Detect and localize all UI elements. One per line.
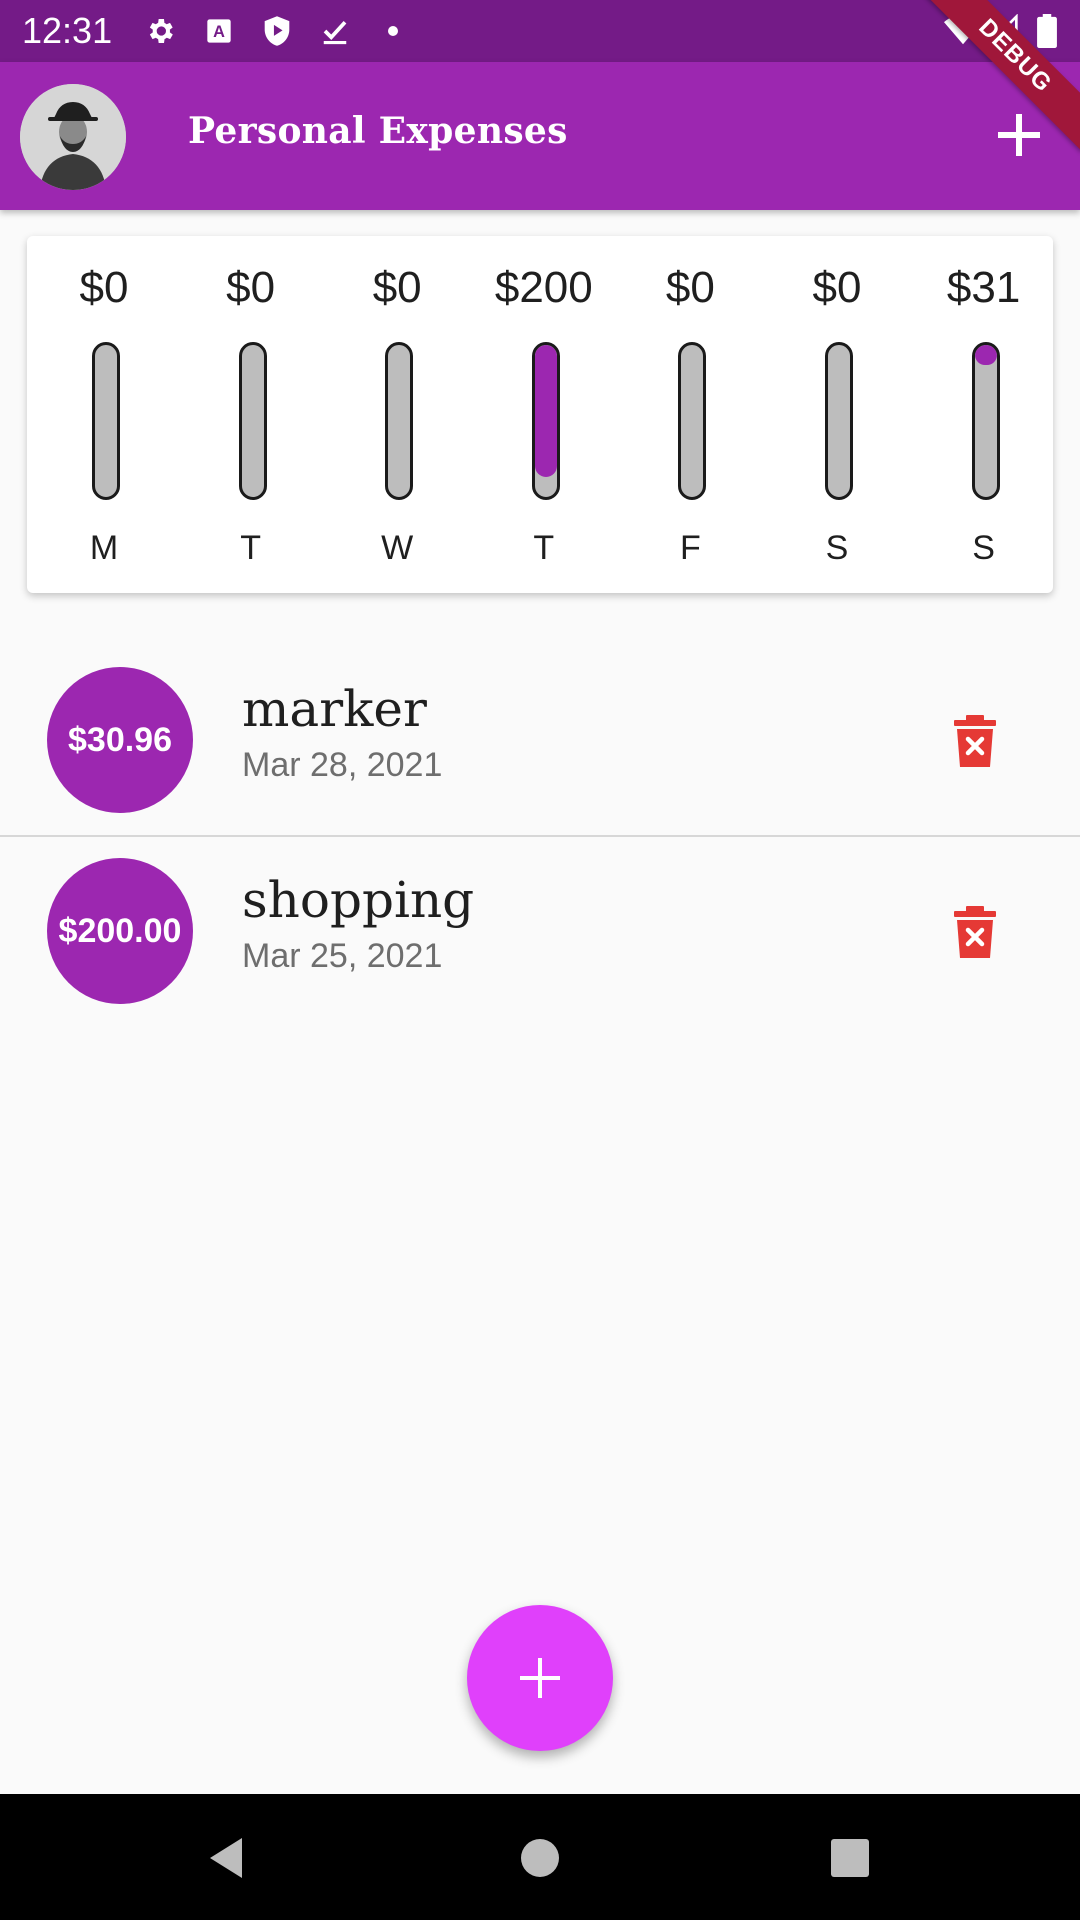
back-icon	[210, 1838, 242, 1878]
delete-transaction-button[interactable]	[952, 906, 998, 958]
chart-day-label: F	[680, 529, 701, 567]
add-transaction-button[interactable]	[990, 106, 1048, 164]
dot-icon	[376, 14, 410, 48]
delete-icon	[954, 906, 996, 958]
chart-day-label: S	[825, 529, 849, 567]
chart-bar-column: $0 W	[327, 236, 467, 593]
transaction-amount: $200.00	[47, 858, 193, 1004]
home-icon	[521, 1839, 559, 1877]
divider	[0, 835, 1080, 837]
battery-icon	[1036, 14, 1072, 48]
recents-icon	[831, 1839, 869, 1877]
chart-bar-column: $31 S	[914, 236, 1054, 593]
system-nav-bar	[0, 1794, 1080, 1920]
add-fab-button[interactable]	[467, 1605, 613, 1751]
chart-bar-column: $0 S	[767, 236, 907, 593]
transaction-item: $200.00 shopping Mar 25, 2021	[0, 858, 1080, 1048]
chart-bar-track	[92, 342, 120, 500]
weekly-chart-card: $0 M $0 T $0 W $200 T $0 F $0 S $31 S	[27, 236, 1053, 593]
app-bar: Personal Expenses	[0, 62, 1080, 210]
chart-bar-column: $0 M	[34, 236, 174, 593]
chart-bar-amount: $0	[665, 263, 715, 312]
chart-bar-column: $0 F	[620, 236, 760, 593]
chart-bar-track	[971, 342, 1000, 500]
chart-bar-column: $0 T	[181, 236, 321, 593]
avatar[interactable]	[20, 84, 126, 190]
page-title: Personal Expenses	[188, 110, 568, 152]
shield-play-icon	[260, 14, 294, 48]
chart-bar-track	[385, 342, 414, 500]
add-icon	[998, 114, 1040, 156]
chart-day-label: S	[972, 529, 995, 567]
avatar-photo-icon	[20, 84, 126, 190]
delete-transaction-button[interactable]	[952, 715, 998, 767]
chart-day-label: W	[381, 529, 414, 567]
transaction-title: marker	[242, 680, 427, 738]
chart-bar-column: $200 T	[474, 236, 614, 593]
add-icon	[520, 1658, 560, 1698]
transaction-amount: $30.96	[47, 667, 193, 813]
chart-bar-amount: $0	[812, 263, 862, 312]
text-a-icon: A	[202, 14, 236, 48]
delete-icon	[954, 715, 996, 767]
chart-bar-amount: $31	[946, 263, 1021, 312]
recents-button[interactable]	[822, 1830, 878, 1886]
download-check-icon	[318, 14, 352, 48]
back-button[interactable]	[202, 1830, 258, 1886]
chart-bar-track	[531, 342, 560, 500]
chart-bar-fill	[974, 345, 997, 366]
chart-bar-amount: $200	[494, 263, 593, 312]
svg-text:A: A	[213, 23, 225, 41]
chart-bar-track	[825, 342, 853, 500]
status-time: 12:31	[22, 10, 113, 51]
chart-bar-fill	[534, 345, 557, 477]
chart-day-label: T	[240, 529, 261, 567]
transaction-date: Mar 25, 2021	[242, 937, 443, 975]
transaction-item: $30.96 marker Mar 28, 2021	[0, 667, 1080, 857]
gear-icon	[143, 14, 177, 48]
chart-day-label: M	[89, 529, 119, 567]
home-button[interactable]	[512, 1830, 568, 1886]
chart-bar-amount: $0	[79, 263, 129, 312]
chart-bar-amount: $0	[226, 263, 276, 312]
chart-bar-track	[678, 342, 707, 500]
chart-bar-amount: $0	[372, 263, 422, 312]
status-bar: 12:31 A	[0, 0, 1080, 62]
chart-day-label: T	[533, 529, 555, 567]
chart-bar-track	[238, 342, 267, 500]
transaction-date: Mar 28, 2021	[242, 746, 443, 784]
transaction-title: shopping	[242, 871, 475, 929]
